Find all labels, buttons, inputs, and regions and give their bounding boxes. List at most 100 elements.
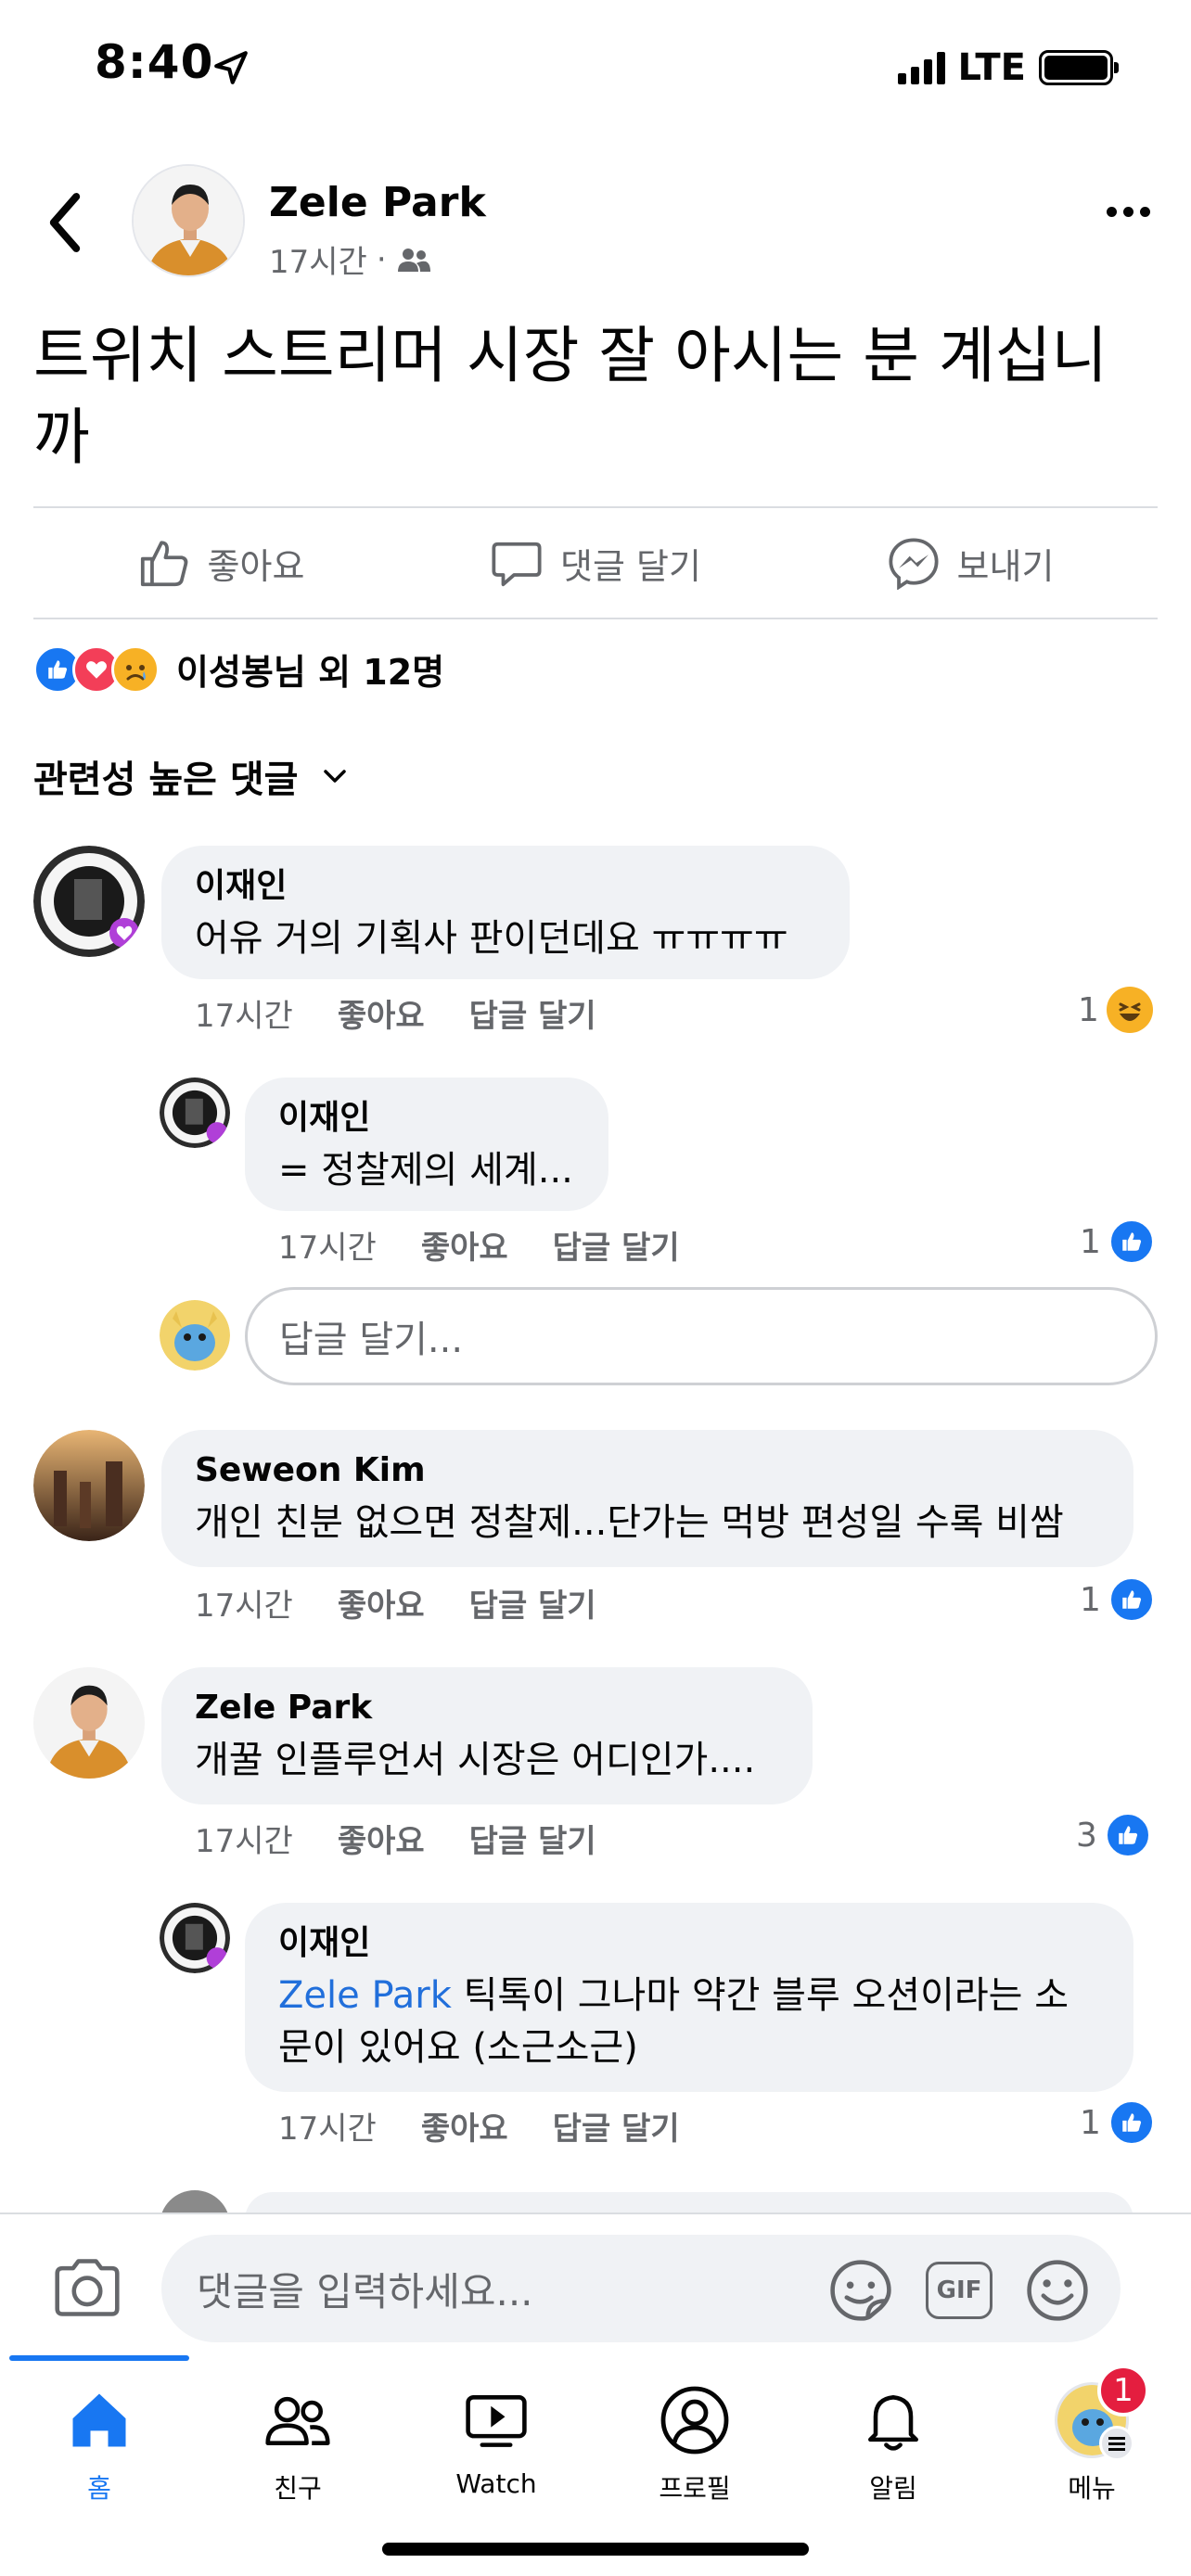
comment-icon	[492, 542, 542, 587]
reply-text: = 정찰제의 세계...	[278, 1149, 573, 1192]
camera-icon[interactable]	[52, 2257, 122, 2318]
comment-author[interactable]: Seweon Kim	[195, 1450, 1100, 1491]
commenter-avatar[interactable]	[33, 1430, 145, 1541]
commenter-avatar[interactable]	[33, 846, 145, 957]
comment-author[interactable]: 이재인	[195, 866, 816, 907]
comment-reaction-count[interactable]: 3	[1076, 1812, 1151, 1858]
like-reaction-icon	[1108, 2099, 1155, 2146]
comment-input-placeholder: 댓글을 입력하세요...	[197, 2268, 533, 2315]
friends-audience-icon	[397, 248, 430, 272]
comment-bubble: 이재인 어유 거의 기획사 판이던데요 ㅠㅠㅠㅠ	[161, 846, 850, 979]
tab-home[interactable]: 홈	[0, 2383, 198, 2506]
like-label: 좋아요	[207, 545, 305, 587]
reply-time: 17시간	[278, 1230, 377, 1267]
reaction-count: 1	[1080, 2103, 1101, 2142]
back-arrow-icon[interactable]	[37, 190, 93, 255]
meta-separator: ·	[376, 240, 387, 278]
comment-button[interactable]: 댓글 달기	[408, 508, 783, 618]
tab-notifications[interactable]: 알림	[794, 2383, 992, 2506]
reply-like-button[interactable]: 좋아요	[421, 1222, 508, 1268]
mention-link[interactable]: Zele Park	[278, 1974, 452, 2017]
commenter-avatar[interactable]	[33, 1667, 145, 1779]
reply-author[interactable]: 이재인	[278, 1923, 1100, 1964]
comment-reaction-count[interactable]: 1	[1080, 1576, 1155, 1623]
profile-icon	[660, 2386, 729, 2455]
comment-sort-dropdown[interactable]: 관련성 높은 댓글	[33, 749, 350, 803]
comment-time: 17시간	[195, 1588, 293, 1625]
reply-reply-button[interactable]: 답글 달기	[553, 1222, 680, 1268]
post-meta: 17시간 ·	[269, 236, 431, 282]
comment-reply-button[interactable]: 답글 달기	[469, 1580, 596, 1626]
comment-reply-button[interactable]: 답글 달기	[469, 990, 596, 1036]
comment-like-button[interactable]: 좋아요	[338, 990, 425, 1036]
reply-reaction-count[interactable]: 1	[1080, 1218, 1155, 1265]
reply-author[interactable]: 이재인	[278, 1098, 575, 1139]
tab-label: 친구	[274, 2473, 322, 2504]
reply-reply-button[interactable]: 답글 달기	[553, 2103, 680, 2149]
haha-reaction-icon	[1106, 987, 1153, 1033]
comment-bubble: Zele Park 개꿀 인플루언서 시장은 어디인가....	[161, 1667, 813, 1804]
tab-profile[interactable]: 프로필	[596, 2383, 794, 2506]
tab-label: 메뉴	[1068, 2473, 1116, 2504]
reaction-summary[interactable]: 이성봉님 외 12명	[33, 644, 444, 695]
like-button[interactable]: 좋아요	[33, 508, 408, 618]
gif-button[interactable]: GIF	[926, 2262, 992, 2319]
network-label: LTE	[957, 46, 1026, 89]
reply-input[interactable]: 답글 달기...	[245, 1287, 1158, 1385]
send-button[interactable]: 보내기	[783, 508, 1158, 618]
comment-input[interactable]: 댓글을 입력하세요... GIF	[161, 2235, 1121, 2342]
comment-actions: 17시간 좋아요 답글 달기	[195, 990, 596, 1036]
divider	[33, 618, 1158, 619]
status-bar: 8:40 LTE	[0, 0, 1191, 139]
replier-avatar[interactable]	[160, 1078, 230, 1148]
comment-label: 댓글 달기	[560, 545, 701, 587]
chevron-down-icon	[324, 770, 347, 783]
reply-reaction-count[interactable]: 1	[1080, 2099, 1155, 2146]
tab-watch[interactable]: Watch	[397, 2383, 596, 2506]
like-reaction-icon	[1104, 1812, 1151, 1858]
sticker-icon[interactable]	[826, 2255, 896, 2326]
tab-menu[interactable]: 1 메뉴	[992, 2365, 1191, 2506]
comment-reaction-count[interactable]: 1	[1078, 987, 1153, 1033]
comment-author[interactable]: Zele Park	[195, 1688, 779, 1728]
reply-like-button[interactable]: 좋아요	[421, 2103, 508, 2149]
post-action-bar: 좋아요 댓글 달기 보내기	[33, 508, 1158, 618]
sad-reaction-icon	[111, 644, 160, 694]
home-icon	[72, 2393, 126, 2447]
reaction-icons	[33, 644, 160, 694]
like-reaction-icon	[1108, 1218, 1155, 1265]
tab-friends[interactable]: 친구	[198, 2383, 397, 2506]
status-indicators: LTE	[897, 46, 1119, 89]
tab-label: Watch	[455, 2468, 537, 2499]
reply-actions: 17시간 좋아요 답글 달기	[278, 1222, 680, 1268]
comment-reply-button[interactable]: 답글 달기	[469, 1816, 596, 1861]
location-arrow-icon	[214, 51, 248, 84]
home-indicator	[382, 2543, 809, 2556]
reaction-count: 3	[1076, 1816, 1097, 1855]
thumbs-up-icon	[140, 541, 187, 587]
replier-avatar[interactable]	[160, 1903, 230, 1973]
gif-label: GIF	[936, 2276, 982, 2304]
post-header: Zele Park 17시간 ·	[0, 162, 1191, 283]
reaction-count: 1	[1080, 1580, 1101, 1619]
reply-bubble: 이재인 = 정찰제의 세계...	[245, 1078, 608, 1211]
emoji-icon[interactable]	[1022, 2255, 1093, 2326]
author-avatar[interactable]	[132, 164, 245, 277]
more-options-icon[interactable]	[1107, 207, 1150, 217]
signal-icon	[897, 51, 945, 84]
comment-like-button[interactable]: 좋아요	[338, 1816, 425, 1861]
watch-icon	[466, 2395, 527, 2447]
comment-like-button[interactable]: 좋아요	[338, 1580, 425, 1626]
comment-composer: 댓글을 입력하세요... GIF	[0, 2213, 1191, 2359]
messenger-icon	[889, 538, 939, 590]
send-label: 보내기	[956, 545, 1055, 587]
reply-text: Zele Park 틱톡이 그나마 약간 블루 오션이라는 소문이 있어요 (소…	[278, 1970, 1100, 2073]
reaction-count: 1	[1080, 1222, 1101, 1261]
menu-icon	[1099, 2426, 1134, 2461]
author-name[interactable]: Zele Park	[269, 179, 486, 226]
post-time: 17시간	[269, 244, 367, 281]
comment-text: 개꿀 인플루언서 시장은 어디인가....	[195, 1739, 756, 1781]
comment-text: 개인 친분 없으면 정찰제...단가는 먹방 편성일 수록 비쌈	[195, 1501, 1064, 1544]
comment-text: 어유 거의 기획사 판이던데요 ㅠㅠㅠㅠ	[195, 917, 788, 960]
comment-actions: 17시간 좋아요 답글 달기	[195, 1580, 596, 1626]
